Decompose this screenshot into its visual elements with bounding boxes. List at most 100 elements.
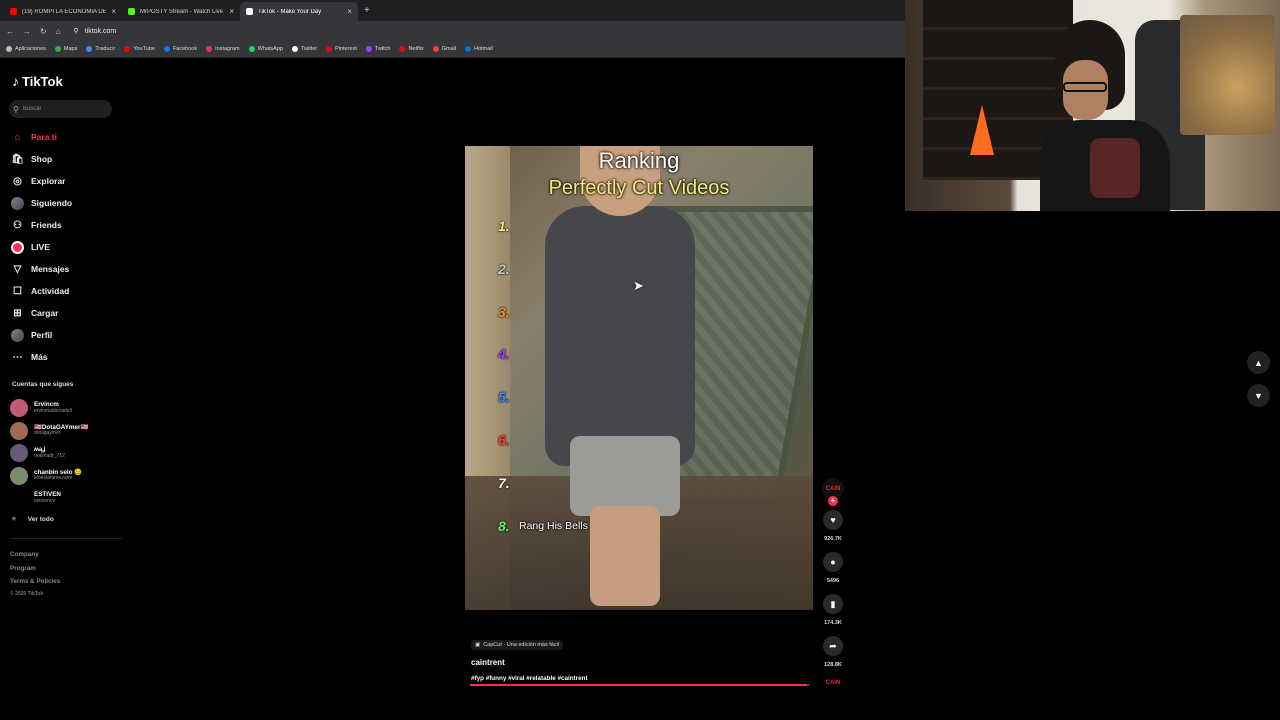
tiktok-logo[interactable]: ♪ TikTok xyxy=(12,73,63,89)
browser-tab-bar: (19) ROMPÍ LA ECONOMIA DE × MrPOSTY Stre… xyxy=(0,0,905,21)
tiktok-logo-text: TikTok xyxy=(22,73,63,89)
page-right-area xyxy=(905,211,1280,720)
following-account[interactable]: 🇺🇸DotaGAYmer🇺🇸 dotagaymer xyxy=(10,420,88,443)
footer-company[interactable]: Company xyxy=(10,548,60,562)
nav-item-label: Explorar xyxy=(31,176,66,186)
nav-item[interactable]: ⚇ Friends xyxy=(11,214,72,236)
bookmark-label: Maps xyxy=(63,46,78,52)
search-icon: ⚲ xyxy=(13,104,19,114)
account-avatar xyxy=(10,399,28,418)
bookmark-item[interactable]: Pinterest xyxy=(326,46,357,52)
profile-avatar-icon xyxy=(11,328,24,342)
nav-item[interactable]: ⌂ Para ti xyxy=(11,126,72,148)
bookmark-item[interactable]: Twitter xyxy=(291,46,317,52)
bookmark-favicon-icon xyxy=(465,46,472,52)
previous-video-arrow-icon[interactable]: ▲ xyxy=(1247,351,1270,374)
share-icon[interactable]: ➦ xyxy=(823,636,843,656)
footer-terms[interactable]: Terms & Policies xyxy=(10,575,60,589)
bookmark-favicon-icon xyxy=(248,46,255,52)
site-info-icon[interactable]: ⚲ xyxy=(74,27,79,35)
home-browser-icon[interactable]: ⌂ xyxy=(56,27,61,36)
friends-icon: ⚇ xyxy=(13,219,22,231)
capcut-badge[interactable]: ▣ CapCut · Una edición más fácil xyxy=(471,640,564,650)
bookmark-item[interactable]: Traducir xyxy=(86,46,115,52)
bookmark-item[interactable]: WhatsApp xyxy=(248,46,283,52)
bookmark-label: Pinterest xyxy=(335,46,357,52)
heart-icon[interactable]: ♥ xyxy=(823,510,843,530)
nav-item[interactable]: LIVE xyxy=(11,236,72,258)
nav-item[interactable]: ☐ Actividad xyxy=(11,280,72,302)
nav-item[interactable]: Perfil xyxy=(11,324,72,346)
following-account[interactable]: ESTIVEN estivencv xyxy=(10,487,88,510)
bookmark-label: YouTube xyxy=(133,46,155,52)
browser-toolbar: ← → ↻ ⌂ ⚲ tiktok.com xyxy=(0,21,905,41)
back-icon[interactable]: ← xyxy=(6,27,14,36)
next-video-arrow-icon[interactable]: ▼ xyxy=(1247,384,1270,407)
following-title: Cuentas que sigues xyxy=(12,381,74,388)
bookmark-item[interactable]: Maps xyxy=(54,46,78,52)
bookmark-item[interactable]: Twitch xyxy=(365,46,390,52)
following-account[interactable]: ʍąʝ realmadr_712 xyxy=(10,442,88,465)
nav-item[interactable]: ◎ Explorar xyxy=(11,170,72,192)
bookmark-label: Aplicaciones xyxy=(15,46,46,52)
nav-item[interactable]: ⋯ Más xyxy=(11,346,72,368)
rank-number: 3. xyxy=(498,304,510,320)
nav-item-label: LIVE xyxy=(31,242,50,252)
comment-action[interactable]: ● 5496 xyxy=(823,552,843,584)
tiktok-note-icon: ♪ xyxy=(12,73,19,89)
browser-tab[interactable]: MrPOSTY Stream - Watch Live × xyxy=(122,2,240,21)
video-progress-bar[interactable] xyxy=(470,684,810,686)
video-author[interactable]: caintrent xyxy=(471,658,588,667)
browser-tab[interactable]: (19) ROMPÍ LA ECONOMIA DE × xyxy=(4,2,122,21)
activity-icon: ☐ xyxy=(13,285,22,297)
tab-close-icon[interactable]: × xyxy=(229,7,234,16)
share-action[interactable]: ➦ 128.8K xyxy=(823,636,843,668)
footer-program[interactable]: Program xyxy=(10,562,60,576)
following-account[interactable]: chanbin selo 😊 leoestefania.rami xyxy=(10,465,88,488)
bookmark-label: Hotmail xyxy=(474,46,493,52)
forward-icon[interactable]: → xyxy=(23,27,31,36)
video-hashtags[interactable]: #fyp #funny #viral #relatable #caintrent xyxy=(471,675,588,682)
nav-item[interactable]: ⊞ Cargar xyxy=(11,302,72,324)
music-disc[interactable]: CAIN xyxy=(826,680,841,686)
bookmark-item[interactable]: Facebook xyxy=(163,46,197,52)
new-tab-button[interactable]: + xyxy=(364,5,370,16)
bookmark-item[interactable]: Instagram xyxy=(206,46,240,52)
following-account[interactable]: Ervincm ervinmaldonadoll xyxy=(10,397,88,420)
see-all-button[interactable]: ≡ Ver todo xyxy=(12,516,54,523)
nav-item[interactable]: Siguiendo xyxy=(11,192,72,214)
nav-item-label: Más xyxy=(31,352,48,362)
address-url[interactable]: tiktok.com xyxy=(85,28,117,35)
comment-icon[interactable]: ● xyxy=(823,552,843,572)
tab-close-icon[interactable]: × xyxy=(111,7,116,16)
comment-count: 5496 xyxy=(826,578,840,584)
bookmark-item[interactable]: YouTube xyxy=(124,46,155,52)
bookmark-label: Traducir xyxy=(95,46,116,52)
like-action[interactable]: ♥ 926.7K xyxy=(823,510,843,542)
account-handle: estivencv xyxy=(34,497,55,504)
bookmark-item[interactable]: Hotmail xyxy=(465,46,493,52)
search-input[interactable] xyxy=(22,106,103,112)
video-overlay-title: Ranking xyxy=(598,148,680,173)
tab-close-icon[interactable]: × xyxy=(347,7,352,16)
following-avatar-icon xyxy=(11,196,24,210)
creator-tag: CAIN xyxy=(825,486,841,492)
address-bar[interactable]: ⚲ tiktok.com xyxy=(74,27,117,36)
bookmark-item[interactable]: Aplicaciones xyxy=(6,46,46,52)
bookmark-item[interactable]: Netflix xyxy=(399,46,424,52)
share-count: 128.8K xyxy=(824,662,842,668)
bookmark-icon[interactable]: ▮ xyxy=(823,594,843,614)
sidebar-divider xyxy=(10,538,122,539)
browser-tab[interactable]: TikTok - Make Your Day × xyxy=(240,2,358,21)
bookmark-item[interactable]: Gmail xyxy=(432,46,456,52)
compass-icon: ◎ xyxy=(13,175,22,187)
reload-icon[interactable]: ↻ xyxy=(40,27,47,36)
save-action[interactable]: ▮ 174.3K xyxy=(823,594,843,626)
follow-plus-icon[interactable]: + xyxy=(828,496,838,506)
search-bar[interactable]: ⚲ xyxy=(9,100,112,118)
nav-item[interactable]: ▽ Mensajes xyxy=(11,258,72,280)
bookmark-favicon-icon xyxy=(206,46,213,52)
video-player[interactable]: Ranking Perfectly Cut Videos 1. 2. 3. 4. 5. 6… xyxy=(465,146,813,610)
nav-item[interactable]: 🛍 Shop xyxy=(11,148,72,170)
creator-avatar[interactable]: CAIN + xyxy=(822,478,844,506)
